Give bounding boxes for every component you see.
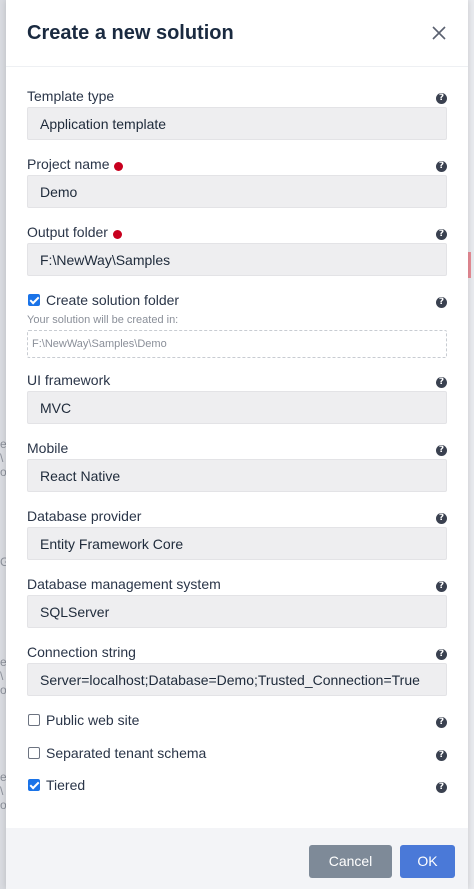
ui-framework-select[interactable]: MVC [27, 391, 447, 424]
help-icon[interactable]: ? [436, 229, 447, 240]
mobile-select[interactable]: React Native [27, 459, 447, 492]
dbms-select[interactable]: SQLServer [27, 595, 447, 628]
project-name-label-text: Project name [27, 156, 110, 172]
help-icon[interactable]: ? [436, 377, 447, 388]
public-web-site-label: Public web site [46, 712, 140, 728]
help-icon[interactable]: ? [436, 750, 447, 761]
help-icon[interactable]: ? [436, 297, 447, 308]
database-provider-select[interactable]: Entity Framework Core [27, 527, 447, 560]
help-icon[interactable]: ? [436, 782, 447, 793]
create-solution-dialog: Create a new solution Template type ? Ap… [6, 0, 468, 889]
database-provider-label: Database provider [27, 508, 142, 524]
project-name-input[interactable]: Demo [27, 175, 447, 208]
separated-tenant-schema-label: Separated tenant schema [46, 745, 207, 761]
help-icon[interactable]: ? [436, 581, 447, 592]
tiered-label: Tiered [46, 777, 86, 793]
help-icon[interactable]: ? [436, 161, 447, 172]
required-indicator [112, 229, 122, 239]
output-folder-label-text: Output folder [27, 224, 108, 240]
dialog-header: Create a new solution [6, 0, 468, 67]
cancel-button[interactable]: Cancel [309, 845, 392, 878]
required-indicator [114, 161, 124, 171]
mobile-label: Mobile [27, 440, 69, 456]
connection-string-input[interactable]: Server=localhost;Database=Demo;Trusted_C… [27, 663, 447, 696]
ui-framework-label: UI framework [27, 372, 111, 388]
help-icon[interactable]: ? [436, 717, 447, 728]
create-solution-folder-checkbox[interactable] [28, 294, 40, 306]
ok-button[interactable]: OK [400, 845, 455, 878]
help-icon[interactable]: ? [436, 513, 447, 524]
help-icon[interactable]: ? [436, 93, 447, 104]
public-web-site-checkbox[interactable] [28, 714, 40, 726]
solution-path-display: F:\NewWay\Samples\Demo [27, 330, 447, 358]
tiered-checkbox[interactable] [28, 779, 40, 791]
dialog-title: Create a new solution [27, 22, 234, 44]
output-folder-input[interactable]: F:\NewWay\Samples [27, 243, 447, 276]
help-icon[interactable]: ? [436, 649, 447, 660]
help-icon[interactable]: ? [436, 445, 447, 456]
template-type-select[interactable]: Application template [27, 107, 447, 140]
close-icon[interactable] [430, 24, 448, 42]
output-folder-label: Output folder [27, 224, 122, 240]
project-name-label: Project name [27, 156, 124, 172]
connection-string-label: Connection string [27, 644, 136, 660]
dbms-label: Database management system [27, 576, 221, 592]
solution-path-hint: Your solution will be created in: [27, 314, 179, 326]
separated-tenant-schema-checkbox[interactable] [28, 747, 40, 759]
template-type-label: Template type [27, 88, 115, 104]
dialog-footer: Cancel OK [6, 828, 468, 889]
create-solution-folder-label: Create solution folder [46, 292, 180, 308]
